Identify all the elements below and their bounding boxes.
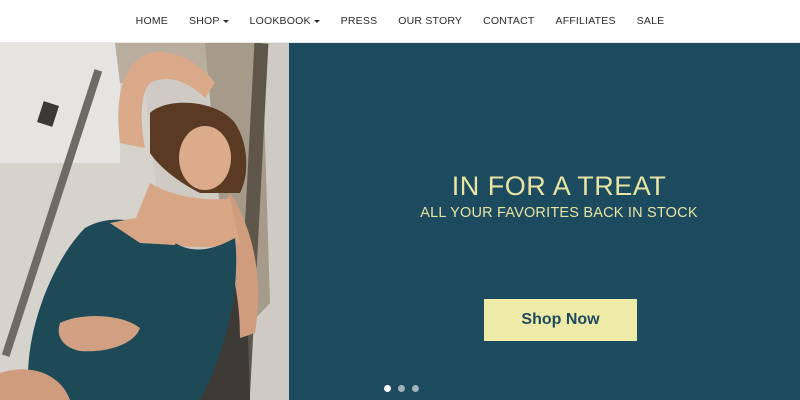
nav-item-press[interactable]: PRESS (330, 0, 388, 43)
nav-item-label: CONTACT (483, 15, 535, 27)
shop-now-button[interactable]: Shop Now (484, 299, 637, 341)
nav-item-label: HOME (135, 15, 168, 27)
nav-item-affiliates[interactable]: AFFILIATES (545, 0, 626, 43)
nav-item-lookbook[interactable]: LOOKBOOK (239, 0, 330, 43)
hero-promo-panel: IN FOR A TREAT ALL YOUR FAVORITES BACK I… (289, 43, 800, 400)
nav-item-home[interactable]: HOME (125, 0, 178, 43)
nav-item-contact[interactable]: CONTACT (473, 0, 545, 43)
caret-down-icon (313, 19, 320, 23)
slider-pagination (384, 385, 419, 392)
slider-dot-3[interactable] (412, 385, 419, 392)
nav-item-label: SALE (636, 15, 665, 27)
nav-item-label: LOOKBOOK (249, 15, 311, 27)
caret-down-icon (222, 19, 229, 23)
nav-item-label: AFFILIATES (555, 15, 616, 27)
hero-photo-model-swimsuit (0, 43, 289, 400)
slider-dot-2[interactable] (398, 385, 405, 392)
top-navigation: HOME SHOP LOOKBOOK PRESS OUR STORY CONTA… (0, 0, 800, 43)
nav-item-sale[interactable]: SALE (626, 0, 675, 43)
nav-menu: HOME SHOP LOOKBOOK PRESS OUR STORY CONTA… (125, 0, 675, 43)
nav-item-label: SHOP (188, 15, 220, 27)
nav-item-shop[interactable]: SHOP (178, 0, 239, 43)
hero-photo-illustration (0, 43, 289, 400)
hero-slider: IN FOR A TREAT ALL YOUR FAVORITES BACK I… (0, 43, 800, 400)
nav-item-label: PRESS (340, 15, 378, 27)
nav-item-label: OUR STORY (398, 15, 463, 27)
nav-item-our-story[interactable]: OUR STORY (388, 0, 473, 43)
hero-subheadline: ALL YOUR FAVORITES BACK IN STOCK (420, 205, 698, 221)
hero-headline: IN FOR A TREAT (451, 171, 667, 201)
slider-dot-1[interactable] (384, 385, 391, 392)
